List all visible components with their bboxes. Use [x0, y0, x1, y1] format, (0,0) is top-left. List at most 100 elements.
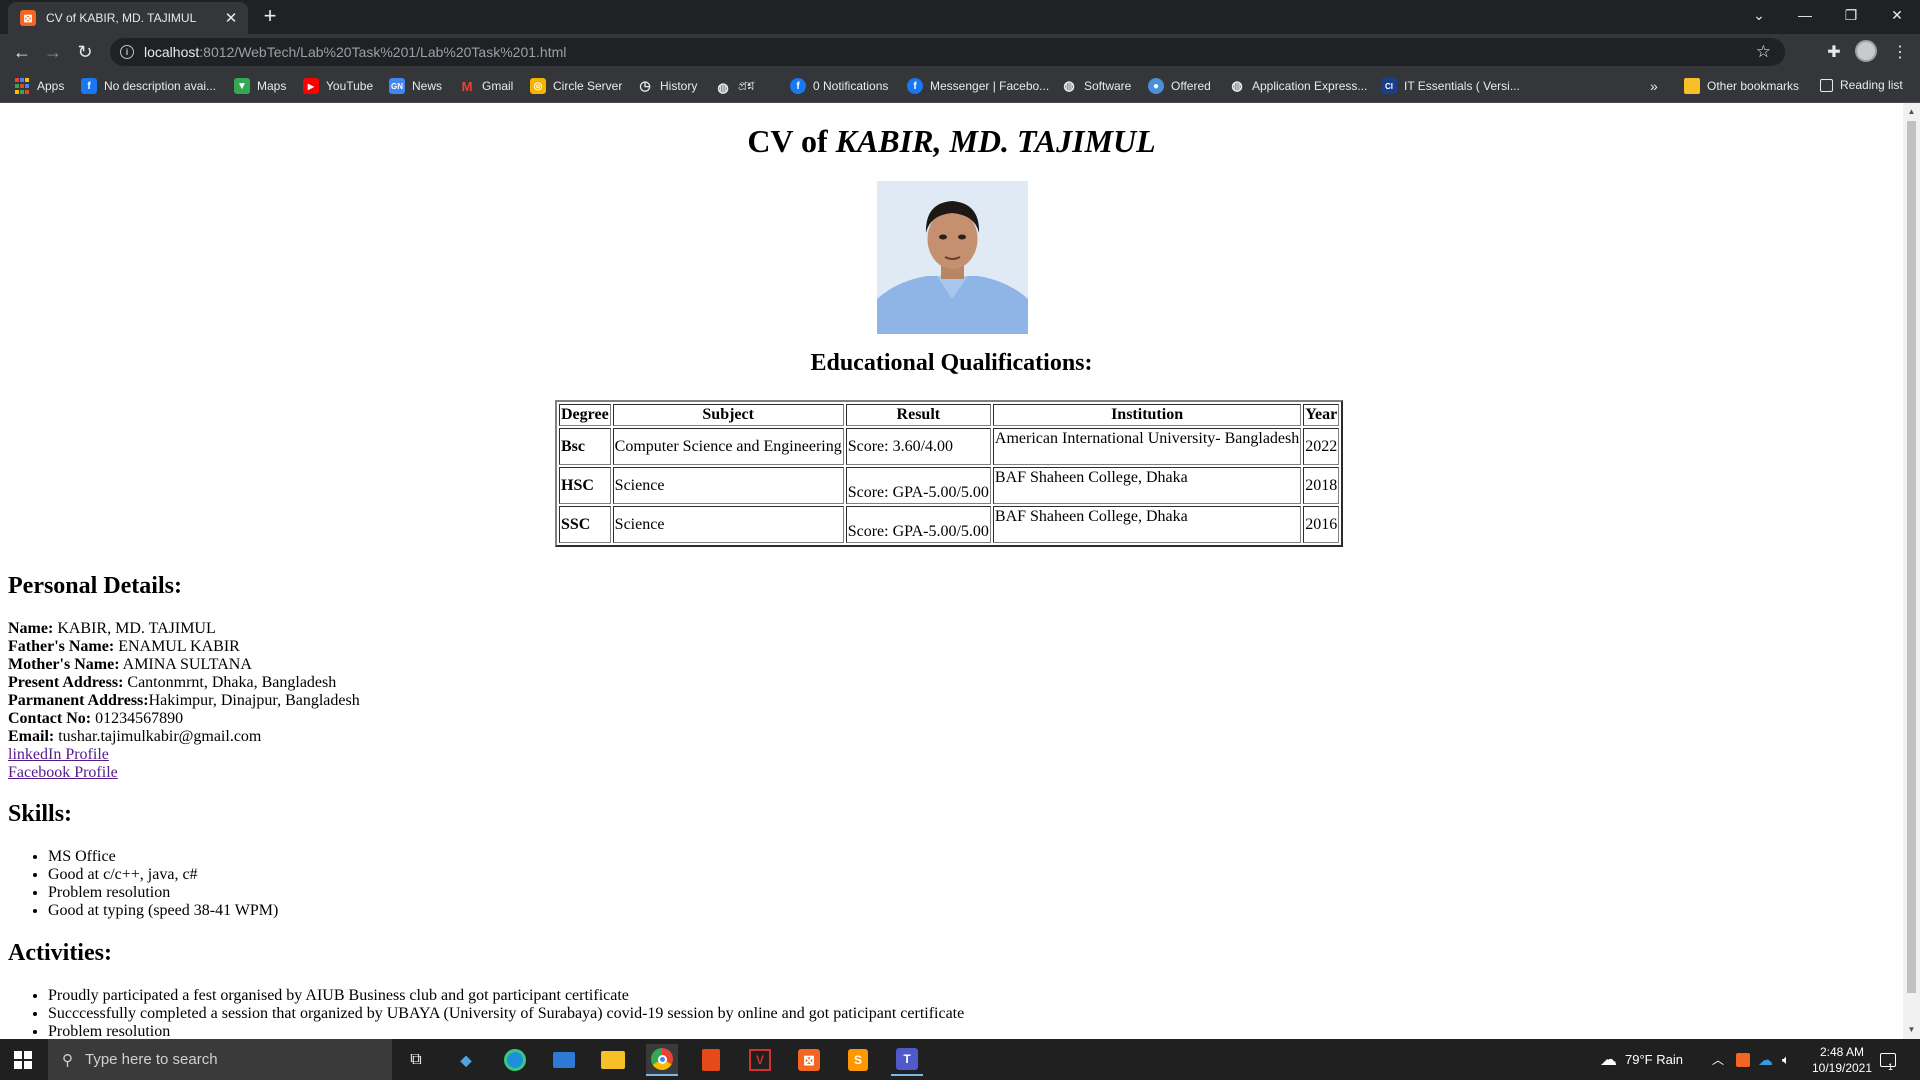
- tray-overflow-chevron-icon[interactable]: ︿: [1712, 1039, 1724, 1080]
- folder-icon: [1684, 78, 1700, 94]
- mother-line: Mother's Name: AMINA SULTANA: [8, 656, 360, 674]
- table-header-row: Degree Subject Result Institution Year: [559, 404, 1340, 426]
- bookmark-notifications[interactable]: f 0 Notifications: [790, 78, 888, 94]
- reload-icon[interactable]: ↻: [73, 40, 97, 64]
- xampp-icon[interactable]: ⊠: [793, 1044, 825, 1076]
- bookmark-offered[interactable]: ● Offered: [1148, 78, 1211, 94]
- restore-button[interactable]: ❐: [1828, 0, 1874, 30]
- bookmarks-overflow-button[interactable]: »: [1650, 78, 1658, 94]
- new-tab-button[interactable]: +: [258, 5, 282, 29]
- profile-avatar[interactable]: [1855, 40, 1877, 62]
- weather-widget[interactable]: ☁ 79°F Rain: [1600, 1039, 1683, 1080]
- task-view-icon[interactable]: ⧉: [400, 1044, 432, 1076]
- other-bookmarks-folder[interactable]: Other bookmarks: [1684, 78, 1799, 94]
- facebook-icon: f: [790, 78, 806, 94]
- onedrive-cloud-icon[interactable]: ☁: [1758, 1039, 1773, 1080]
- bookmark-gmail[interactable]: M Gmail: [459, 78, 514, 94]
- edge-browser-icon[interactable]: [499, 1044, 531, 1076]
- present-address-value: Cantonmrnt, Dhaka, Bangladesh: [123, 674, 337, 691]
- v-app-icon[interactable]: V: [744, 1044, 776, 1076]
- menu-kebab-icon[interactable]: ⋮: [1888, 40, 1912, 64]
- institution-cell: American International University- Bangl…: [992, 428, 1302, 465]
- bookmark-label: Software: [1084, 79, 1132, 93]
- list-item: Problem resolution: [48, 1023, 964, 1039]
- close-window-button[interactable]: ✕: [1874, 0, 1920, 30]
- youtube-icon: ▶: [303, 78, 319, 94]
- scroll-up-arrow-icon[interactable]: ▲: [1907, 107, 1916, 116]
- scrollbar-thumb[interactable]: [1907, 121, 1916, 993]
- files-drive-icon[interactable]: ◆: [450, 1044, 482, 1076]
- gmail-icon: M: [461, 78, 473, 94]
- bookmark-messenger[interactable]: f Messenger | Facebo...: [907, 78, 1049, 94]
- notification-center-button[interactable]: 1: [1880, 1039, 1896, 1080]
- bookmark-maps[interactable]: ▼ Maps: [234, 78, 286, 94]
- father-line: Father's Name: ENAMUL KABIR: [8, 638, 360, 656]
- bookmark-facebook-no-description[interactable]: f No description avai...: [81, 78, 216, 94]
- father-label: Father's Name:: [8, 638, 115, 655]
- mail-icon[interactable]: [548, 1044, 580, 1076]
- address-bar[interactable]: i localhost:8012/WebTech/Lab%20Task%201/…: [110, 38, 1785, 66]
- subject-cell: Science: [612, 467, 844, 504]
- contact-line: Contact No: 01234567890: [8, 710, 360, 728]
- facebook-profile-link[interactable]: Facebook Profile: [8, 764, 118, 781]
- year-cell: 2016: [1303, 506, 1340, 543]
- scroll-down-arrow-icon[interactable]: ▼: [1907, 1025, 1916, 1034]
- bookmark-label: News: [412, 79, 443, 93]
- sublime-text-icon[interactable]: S: [842, 1044, 874, 1076]
- education-heading: Educational Qualifications:: [810, 350, 1093, 376]
- table-row: HSC Science Score: GPA-5.00/5.00 BAF Sha…: [559, 467, 1340, 504]
- bookmark-youtube[interactable]: ▶ YouTube: [303, 78, 373, 94]
- start-windows-icon[interactable]: [14, 1051, 32, 1069]
- column-header-result: Result: [845, 404, 991, 426]
- weather-text: 79°F Rain: [1625, 1052, 1683, 1067]
- globe-icon: ◍: [717, 80, 729, 95]
- office-icon[interactable]: [695, 1044, 727, 1076]
- linkedin-profile-link[interactable]: linkedIn Profile: [8, 746, 109, 763]
- tab-title: CV of KABIR, MD. TAJIMUL: [46, 11, 197, 25]
- xampp-favicon-icon: ⊠: [20, 10, 36, 26]
- reading-list-button[interactable]: Reading list: [1820, 78, 1903, 92]
- result-cell: Score: 3.60/4.00: [845, 428, 991, 465]
- bookmark-label: 0 Notifications: [813, 79, 889, 93]
- bookmark-news[interactable]: GN News: [389, 78, 442, 94]
- result-cell: Score: GPA-5.00/5.00: [845, 467, 991, 504]
- back-arrow-icon[interactable]: ←: [10, 40, 34, 64]
- tab-active[interactable]: ⊠ CV of KABIR, MD. TAJIMUL ✕: [8, 2, 248, 34]
- bookmark-application-express[interactable]: ◍ Application Express...: [1229, 78, 1367, 94]
- circle-server-icon: ◎: [530, 78, 546, 94]
- history-clock-icon: ◷: [639, 78, 651, 93]
- permanent-address-value: Hakimpur, Dinajpur, Bangladesh: [148, 692, 360, 709]
- volume-icon[interactable]: 🔈︎: [1782, 1039, 1790, 1080]
- rain-cloud-icon: ☁: [1600, 1049, 1617, 1069]
- url-host: localhost: [144, 44, 200, 60]
- chrome-browser-icon[interactable]: [646, 1044, 678, 1076]
- name-label: Name:: [8, 620, 54, 637]
- degree-cell: SSC: [559, 506, 611, 543]
- bookmark-circle-server[interactable]: ◎ Circle Server: [530, 78, 622, 94]
- bookmark-apps[interactable]: Apps: [14, 78, 64, 94]
- clock[interactable]: 2:48 AM 10/19/2021: [1804, 1039, 1880, 1080]
- institution-cell: BAF Shaheen College, Dhaka: [992, 506, 1302, 543]
- tab-search-icon[interactable]: ⌄: [1736, 0, 1782, 30]
- bookmark-software[interactable]: ◍ Software: [1061, 78, 1131, 94]
- activities-list: Proudly participated a fest organised by…: [48, 987, 964, 1039]
- reading-list-icon: [1820, 78, 1833, 92]
- google-news-icon: GN: [389, 78, 405, 94]
- file-explorer-icon[interactable]: [597, 1044, 629, 1076]
- minimize-button[interactable]: —: [1782, 0, 1828, 30]
- bookmark-bangla[interactable]: ◍ প্রশ্ন: [715, 78, 754, 98]
- teams-icon[interactable]: T: [891, 1044, 923, 1076]
- tray-xampp-icon[interactable]: [1736, 1039, 1750, 1080]
- forward-arrow-icon[interactable]: →: [41, 40, 65, 64]
- bookmark-history[interactable]: ◷ History: [637, 78, 697, 94]
- extensions-puzzle-icon[interactable]: ✚: [1822, 40, 1846, 64]
- taskbar-search-box[interactable]: ⚲ Type here to search: [48, 1039, 392, 1080]
- year-cell: 2018: [1303, 467, 1340, 504]
- page-scrollbar[interactable]: ▲ ▼: [1903, 103, 1920, 1039]
- windows-taskbar: ⚲ Type here to search ⧉ ◆ V ⊠ S T ☁ 79°F…: [0, 1039, 1920, 1080]
- tab-close-icon[interactable]: ✕: [222, 9, 240, 27]
- facebook-icon: f: [907, 78, 923, 94]
- bookmark-star-icon[interactable]: ☆: [1756, 42, 1771, 62]
- site-info-icon[interactable]: i: [120, 45, 134, 59]
- bookmark-it-essentials[interactable]: CI IT Essentials ( Versi...: [1381, 78, 1520, 94]
